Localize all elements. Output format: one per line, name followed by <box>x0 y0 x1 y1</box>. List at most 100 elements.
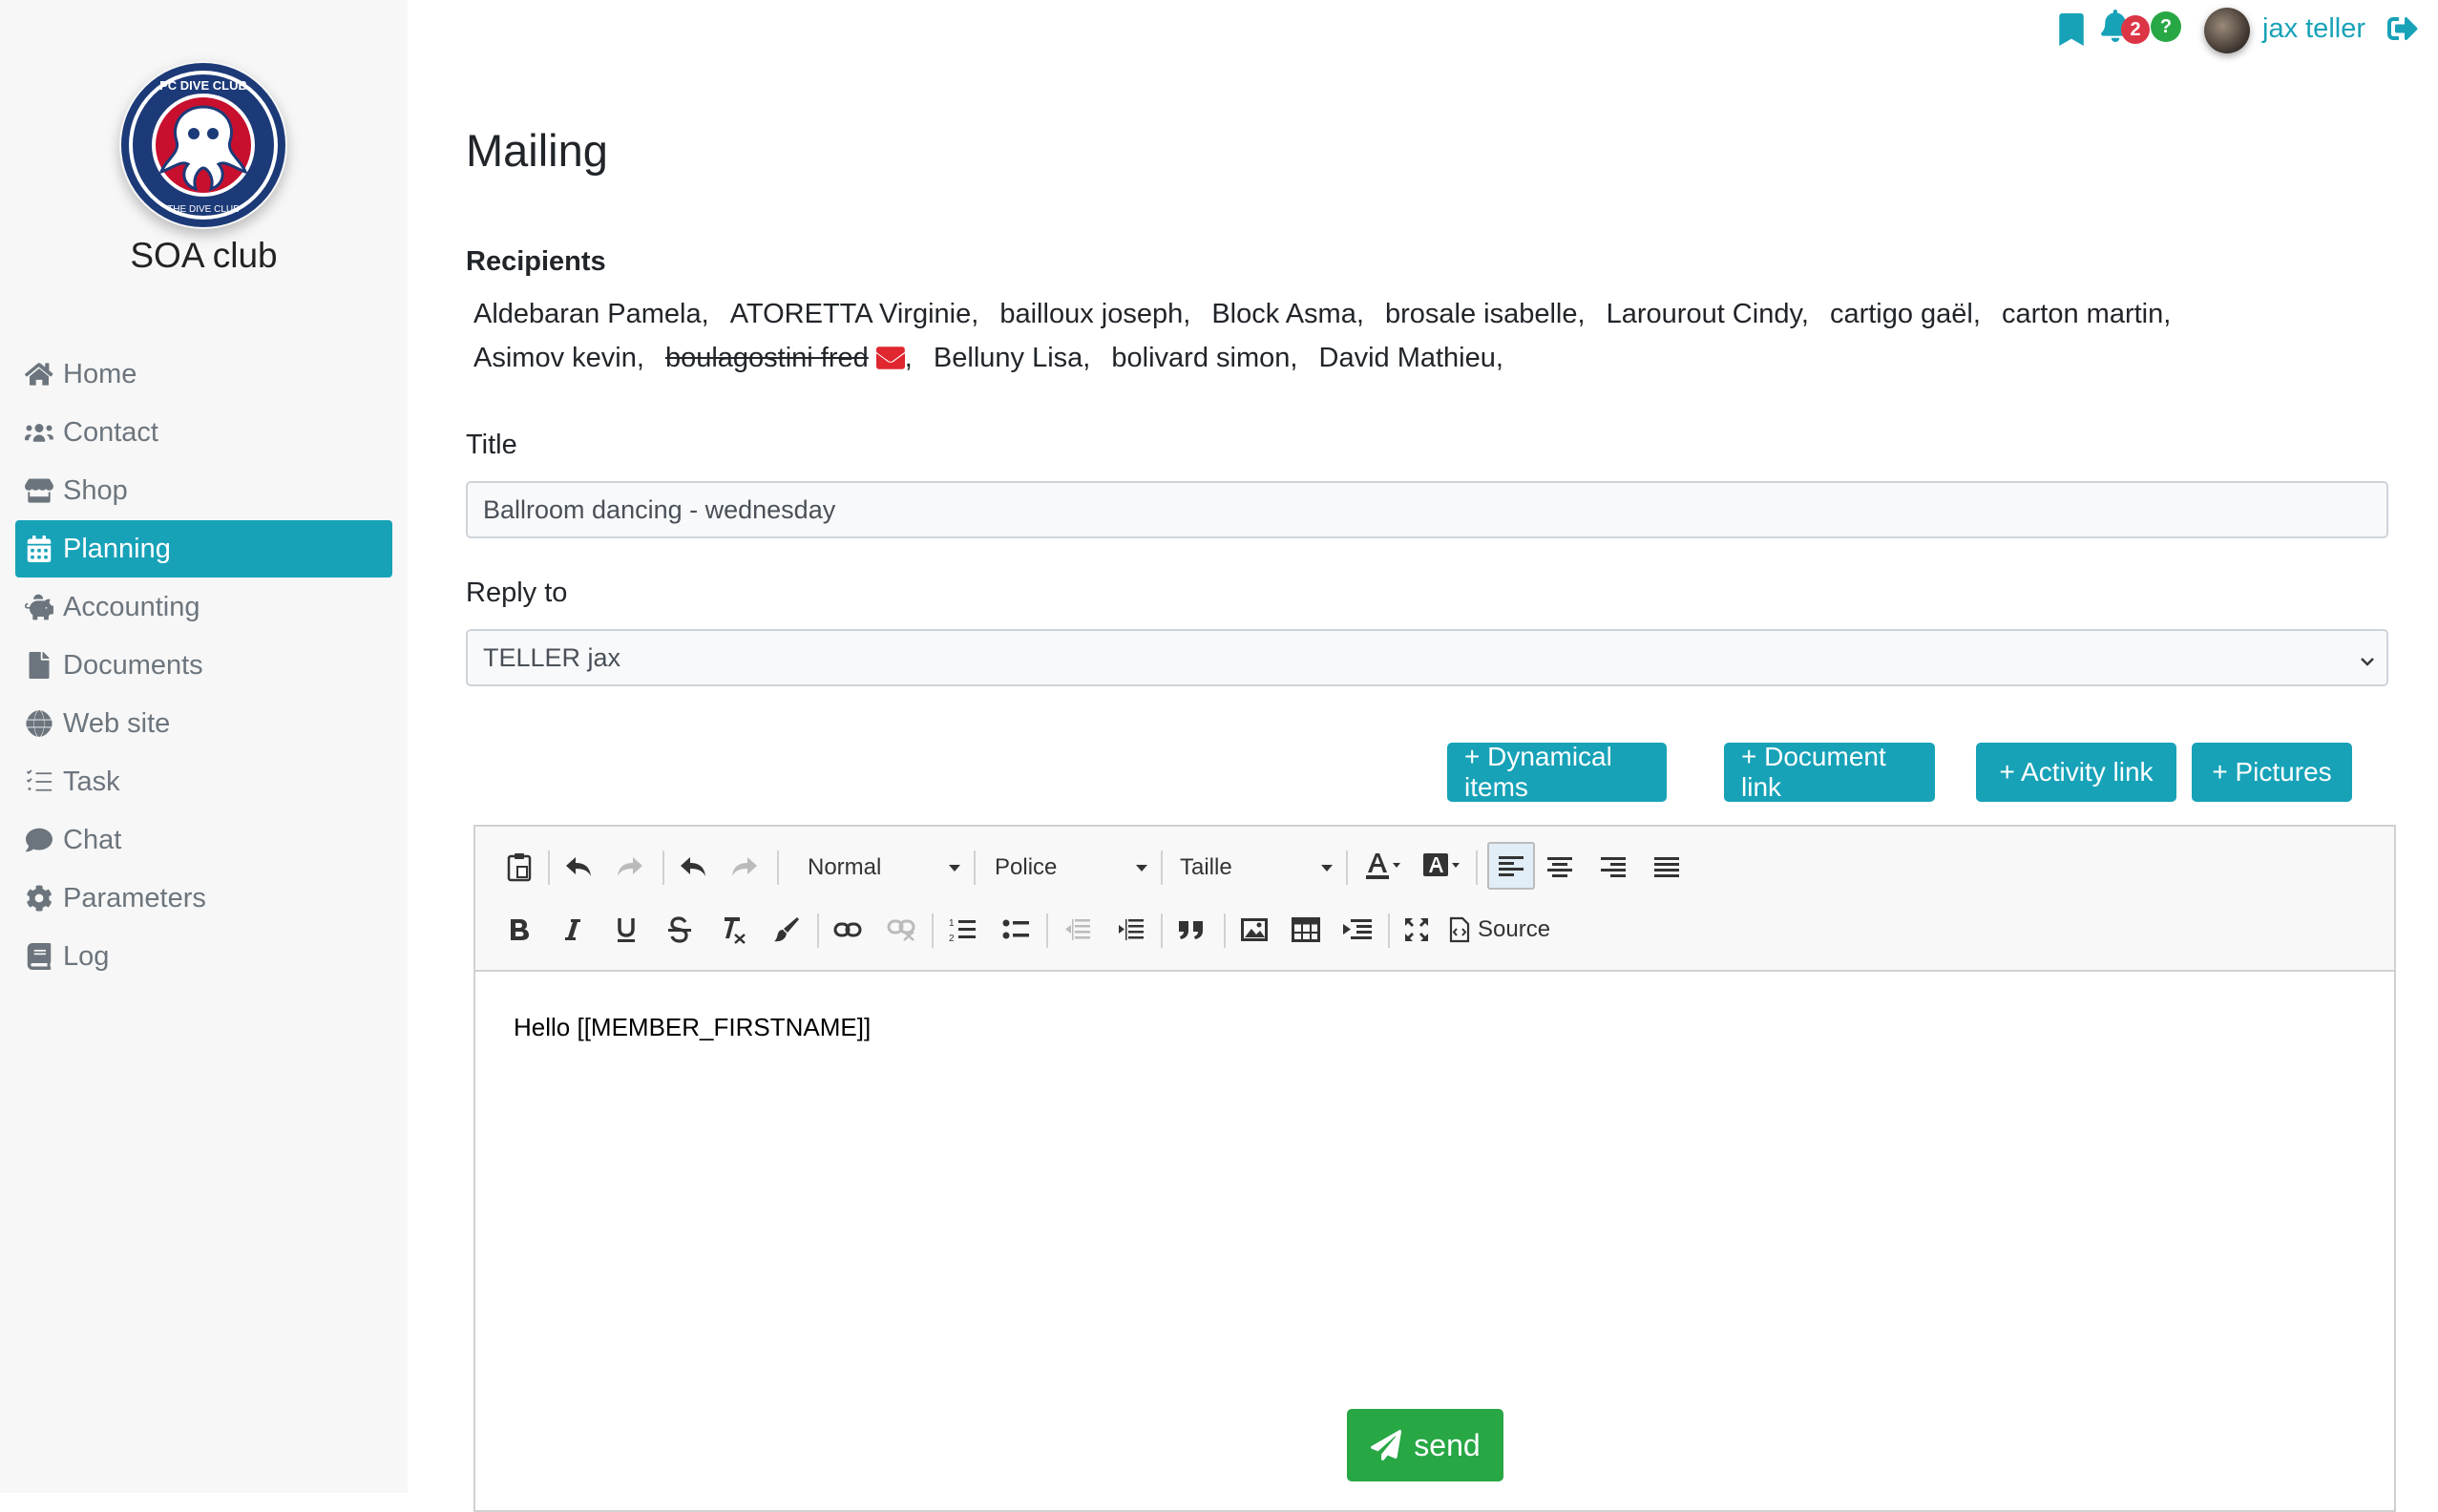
align-left-icon[interactable] <box>1487 842 1535 890</box>
recipient-name: brosale isabelle <box>1384 299 1578 329</box>
recipient[interactable]: ATORETTA Virginie, <box>730 292 979 336</box>
sidebar-item-shop[interactable]: Shop <box>15 462 392 519</box>
sidebar-item-label: Task <box>63 766 120 797</box>
svg-text:1: 1 <box>949 918 955 929</box>
recipient[interactable]: bailloux joseph, <box>999 292 1190 336</box>
recipient-separator: , <box>1082 343 1091 373</box>
blockquote-icon[interactable] <box>1174 913 1208 947</box>
add-activity-link-button[interactable]: + Activity link <box>1976 743 2176 802</box>
recipient-name: Block Asma <box>1211 299 1356 329</box>
help-badge[interactable]: ? <box>2151 11 2181 42</box>
svg-text:THE DIVE CLUB: THE DIVE CLUB <box>167 204 240 215</box>
svg-text:PC DIVE CLUB: PC DIVE CLUB <box>159 78 247 93</box>
sidebar-item-contact[interactable]: Contact <box>15 404 392 461</box>
link-icon[interactable] <box>830 913 865 947</box>
sidebar-item-home[interactable]: Home <box>15 346 392 403</box>
paper-plane-icon <box>1371 1430 1402 1460</box>
sidebar-item-accounting[interactable]: Accounting <box>15 578 392 636</box>
recipient[interactable]: Larourout Cindy, <box>1607 292 1809 336</box>
paste-icon[interactable] <box>502 850 536 884</box>
recipient-separator: , <box>1495 343 1503 373</box>
toolbar-separator <box>662 850 664 885</box>
notification-count-badge[interactable]: 2 <box>2121 15 2150 44</box>
redo-icon[interactable] <box>613 850 647 884</box>
format-combo[interactable]: Normal <box>808 844 960 892</box>
recipient[interactable]: brosale isabelle, <box>1385 292 1586 336</box>
horizontal-rule-icon[interactable] <box>1340 913 1375 947</box>
sidebar-item-chat[interactable]: Chat <box>15 811 392 869</box>
maximize-icon[interactable] <box>1399 913 1434 947</box>
add-pictures-button[interactable]: + Pictures <box>2192 743 2352 802</box>
unlink-icon[interactable] <box>884 913 918 947</box>
background-color-icon[interactable] <box>1420 850 1464 884</box>
recipient[interactable]: Belluny Lisa, <box>934 336 1090 380</box>
recipient-unsubscribed[interactable]: boulagostini fred, <box>665 336 913 383</box>
format-combo-value: Normal <box>808 854 882 880</box>
add-document-link-button[interactable]: + Document link <box>1724 742 1935 802</box>
globe-icon <box>23 709 55 738</box>
outdent-icon[interactable] <box>1060 913 1094 947</box>
recipient[interactable]: bolivard simon, <box>1111 336 1297 380</box>
recipient[interactable]: David Mathieu, <box>1319 336 1503 380</box>
sidebar-item-documents[interactable]: Documents <box>15 637 392 694</box>
size-combo[interactable]: Taille <box>1180 844 1333 892</box>
title-input[interactable] <box>466 481 2388 538</box>
piggy-bank-icon <box>23 593 55 621</box>
italic-icon[interactable] <box>556 913 590 947</box>
paint-brush-icon[interactable] <box>769 913 804 947</box>
reply-to-select[interactable]: TELLER jax <box>466 629 2388 686</box>
image-icon[interactable] <box>1237 913 1272 947</box>
undo-icon[interactable] <box>561 850 596 884</box>
strikethrough-icon[interactable] <box>662 913 697 947</box>
align-justify-icon[interactable] <box>1650 850 1684 884</box>
toolbar-separator <box>932 914 934 948</box>
sidebar-item-website[interactable]: Web site <box>15 695 392 752</box>
align-center-icon[interactable] <box>1543 850 1577 884</box>
recipient[interactable]: Block Asma, <box>1211 292 1364 336</box>
recipient[interactable]: Aldebaran Pamela, <box>473 292 709 336</box>
logout-icon[interactable] <box>2386 13 2419 49</box>
sidebar-item-log[interactable]: Log <box>15 928 392 985</box>
sidebar-item-label: Log <box>63 940 110 972</box>
bold-icon[interactable] <box>502 913 536 947</box>
home-icon <box>23 360 55 388</box>
size-combo-value: Taille <box>1180 854 1232 880</box>
recipient[interactable]: carton martin, <box>2002 292 2171 336</box>
book-icon <box>23 942 55 971</box>
send-button[interactable]: send <box>1347 1409 1503 1481</box>
toolbar-separator <box>1346 850 1348 885</box>
recipient-name: David Mathieu <box>1318 343 1496 373</box>
underline-icon[interactable] <box>609 913 643 947</box>
bookmark-icon[interactable] <box>2059 13 2084 51</box>
recipient-name: Asimov kevin <box>473 343 637 373</box>
align-right-icon[interactable] <box>1596 850 1630 884</box>
recipient-name: Aldebaran Pamela <box>473 299 702 329</box>
recipient[interactable]: cartigo gaël, <box>1830 292 1981 336</box>
toolbar-separator <box>1161 914 1163 948</box>
redo-icon[interactable] <box>727 850 762 884</box>
sidebar-item-label: Parameters <box>63 882 206 914</box>
add-dynamical-items-button[interactable]: + Dynamical items <box>1447 742 1667 802</box>
text-color-icon[interactable] <box>1361 850 1405 884</box>
undo-icon[interactable] <box>676 850 710 884</box>
bulleted-list-icon[interactable] <box>998 913 1033 947</box>
indent-icon[interactable] <box>1113 913 1147 947</box>
font-combo[interactable]: Police <box>995 844 1147 892</box>
recipient-name: bailloux joseph <box>999 299 1184 329</box>
editor-content[interactable]: Hello [[MEMBER_FIRSTNAME]] <box>514 1013 871 1042</box>
avatar[interactable] <box>2204 8 2250 53</box>
username-link[interactable]: jax teller <box>2262 13 2365 45</box>
toolbar-separator <box>974 850 976 885</box>
recipient[interactable]: Asimov kevin, <box>473 336 644 380</box>
sidebar-item-task[interactable]: Task <box>15 753 392 810</box>
numbered-list-icon[interactable]: 12 <box>945 913 979 947</box>
toolbar-separator <box>1476 850 1478 885</box>
table-icon[interactable] <box>1289 913 1323 947</box>
remove-format-icon[interactable] <box>716 913 750 947</box>
sidebar-item-label: Documents <box>63 649 203 681</box>
sidebar-item-parameters[interactable]: Parameters <box>15 870 392 927</box>
sidebar-item-label: Planning <box>63 533 171 564</box>
source-button[interactable]: Source <box>1449 913 1550 947</box>
sidebar-item-planning[interactable]: Planning <box>15 520 392 578</box>
club-logo[interactable]: PC DIVE CLUB THE DIVE CLUB <box>119 61 287 229</box>
